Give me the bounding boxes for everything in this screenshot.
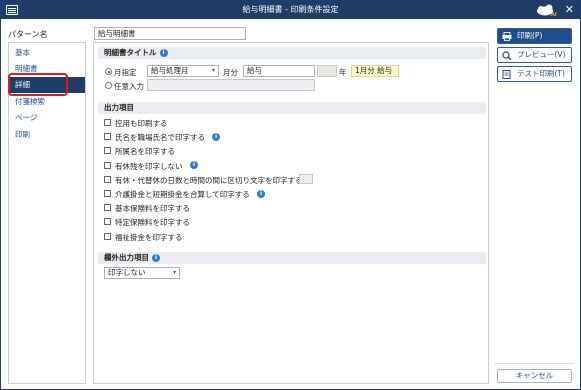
option-checkbox[interactable] (104, 119, 111, 126)
nav-item-sticky-search[interactable]: 付箋検索 (9, 94, 85, 110)
extra-output-select-value: 印字しない (108, 268, 146, 277)
option-checkbox[interactable] (104, 161, 111, 169)
info-icon[interactable]: i (212, 132, 220, 141)
option-label: 有休残を印字しない (115, 161, 183, 171)
window-title: 給与明細書 - 印刷条件設定 (242, 5, 339, 14)
option-label: 氏名を職場氏名で印字する (115, 133, 205, 143)
month-select-value: 給与処理月 (151, 66, 189, 75)
option-checkbox[interactable] (104, 218, 111, 226)
month-radio-label: 月指定 (114, 68, 137, 77)
option-label: 控用も印刷する (115, 119, 168, 128)
pattern-name-input[interactable]: 給与明細書 (94, 27, 246, 40)
option-label: 特定保険料を印字する (115, 218, 190, 228)
printer-icon (502, 32, 512, 41)
selection-highlight (8, 73, 68, 96)
title-section-heading: 明細書タイトル i (98, 47, 486, 59)
output-section-heading-text: 出力項目 (104, 103, 134, 112)
title-bar: 給与明細書 - 印刷条件設定 AI ✕ (1, 1, 580, 19)
info-icon[interactable]: i (257, 189, 265, 198)
option-label: 介護掛金と短期掛金を合算して印字する (115, 190, 250, 199)
month-select[interactable]: 給与処理月 ▾ (147, 65, 219, 77)
preview-year-box (317, 65, 337, 77)
document-icon (502, 70, 511, 79)
option-checkbox[interactable] (104, 175, 111, 183)
close-icon[interactable]: ✕ (565, 3, 574, 16)
option-checkbox[interactable] (104, 204, 111, 212)
separator-input[interactable] (299, 174, 313, 185)
nav-item-basic[interactable]: 基本 (9, 45, 85, 61)
option-label: 基本保険料を印字する (115, 204, 190, 214)
title-preview: 1月分 給与 (351, 65, 399, 77)
pattern-name-label: パターン名 (8, 30, 48, 39)
svg-text:AI: AI (551, 12, 557, 17)
info-icon[interactable]: i (152, 254, 160, 262)
print-settings-window: 給与明細書 - 印刷条件設定 AI ✕ パターン名 給与明細書 基本 明細書 詳… (0, 0, 581, 390)
option-label: 所属名を印字する (115, 147, 175, 157)
option-checkbox[interactable] (104, 147, 111, 155)
title-text-input[interactable]: 給与 (243, 65, 315, 77)
free-input-field[interactable] (147, 79, 315, 91)
month-suffix-label: 月分 (223, 68, 238, 77)
chevron-down-icon: ▾ (172, 269, 176, 276)
preview-button-label: プレビュー(V) (517, 50, 566, 59)
extra-output-select[interactable]: 印字しない ▾ (104, 267, 180, 279)
free-input-radio-label: 任意入力 (114, 82, 144, 91)
title-section-heading-text: 明細書タイトル (104, 48, 157, 57)
test-print-button-label: テスト印刷(T) (517, 69, 565, 78)
option-label: 福祉掛金を印字する (115, 232, 183, 242)
magnifier-icon (502, 51, 512, 60)
month-radio[interactable] (105, 68, 112, 75)
print-button[interactable]: 印刷(P) (497, 28, 572, 44)
extra-section-heading: 欄外出力項目 i (98, 252, 486, 264)
option-label: 有休・代替休の日数と時間の間に区切り文字を印字する (115, 175, 303, 185)
option-checkbox[interactable] (104, 232, 111, 240)
nav-item-page[interactable]: ページ (9, 110, 85, 126)
chevron-down-icon: ▾ (211, 67, 215, 74)
divider (494, 363, 574, 364)
ai-logo-icon: AI (537, 4, 557, 17)
free-input-radio[interactable] (105, 82, 112, 89)
test-print-button[interactable]: テスト印刷(T) (497, 66, 572, 82)
output-section-heading: 出力項目 (98, 102, 486, 114)
nav-item-print[interactable]: 印刷 (9, 127, 85, 143)
option-checkbox[interactable] (104, 133, 111, 141)
print-button-label: 印刷(P) (517, 31, 543, 40)
cancel-button[interactable]: キャンセル (497, 369, 572, 383)
preview-button[interactable]: プレビュー(V) (497, 47, 572, 63)
option-checkbox[interactable] (104, 190, 111, 197)
extra-section-heading-text: 欄外出力項目 (104, 253, 149, 262)
info-icon[interactable]: i (159, 49, 168, 57)
preview-year-label: 年 (339, 68, 347, 77)
